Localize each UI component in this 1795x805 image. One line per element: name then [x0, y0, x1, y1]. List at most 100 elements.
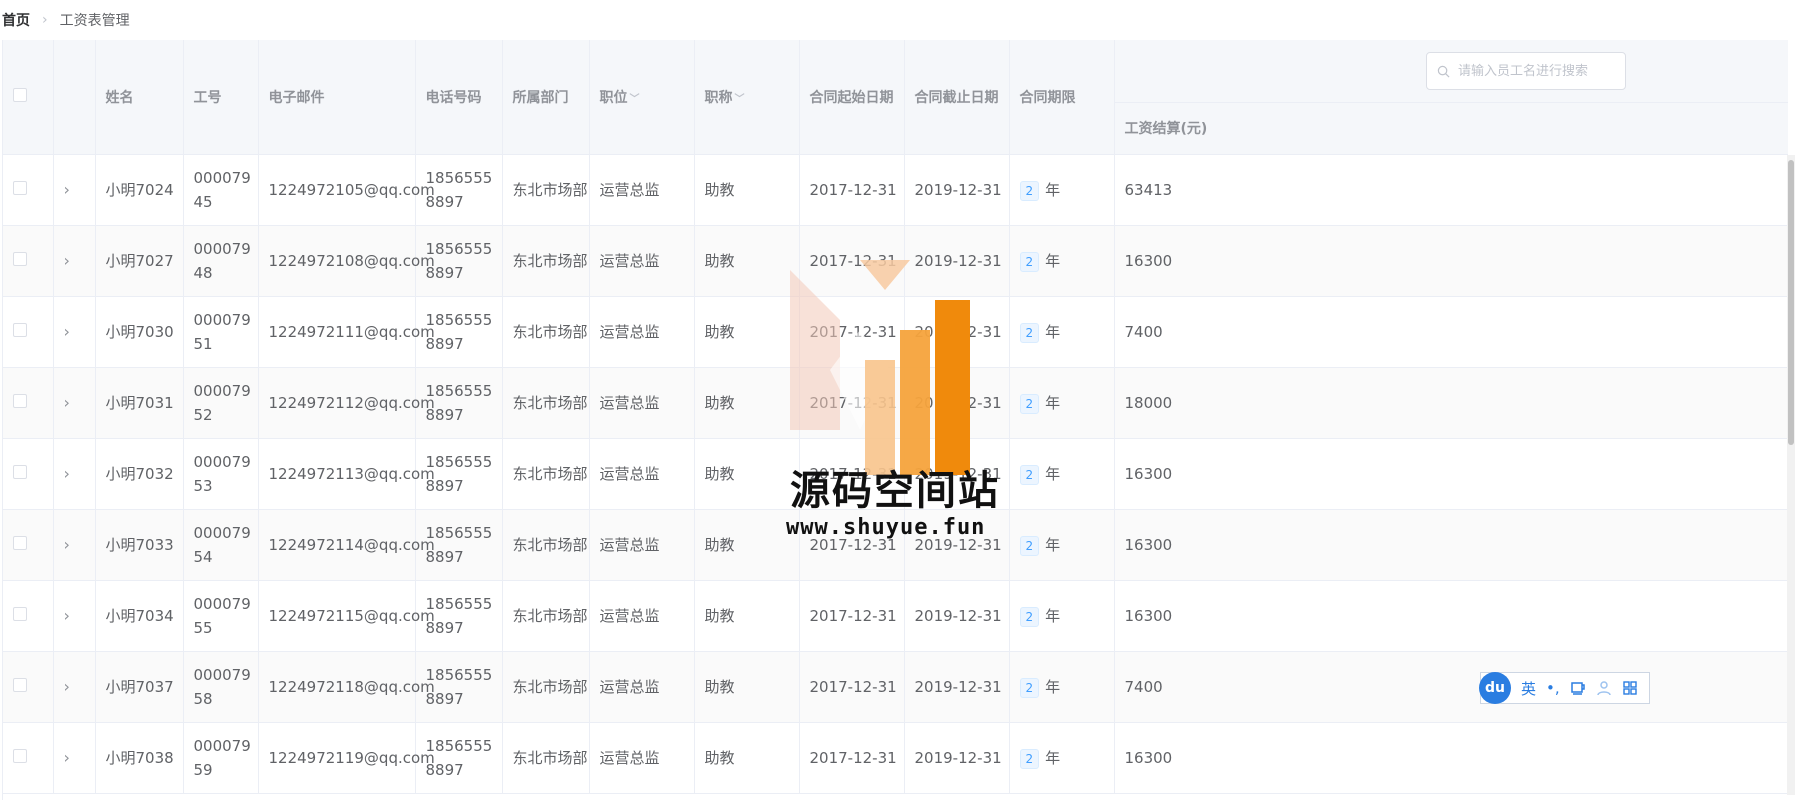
term-tag: 2	[1019, 393, 1040, 414]
row-checkbox[interactable]	[13, 464, 27, 479]
row-checkbox[interactable]	[13, 251, 27, 266]
table-row[interactable]: › 小明7038 00007959 1224972119@qq.com 18565558…	[3, 722, 1788, 794]
cell-name: 小明7030	[95, 296, 184, 368]
header-email: 电子邮件	[258, 40, 416, 155]
expand-chevron-icon[interactable]: ›	[64, 178, 70, 202]
ime-user-icon[interactable]	[1596, 680, 1612, 696]
expand-chevron-icon[interactable]: ›	[64, 675, 70, 699]
cell-emp-no: 00007959	[183, 722, 259, 794]
cell-email: 1224972114@qq.com	[258, 509, 435, 581]
header-title[interactable]: 职称 ﹀	[694, 40, 800, 155]
row-checkbox[interactable]	[13, 322, 27, 337]
cell-name: 小明7031	[95, 367, 184, 439]
expand-chevron-icon[interactable]: ›	[64, 462, 70, 486]
cell-contract-end: 2019-12-31	[904, 722, 1010, 794]
expand-chevron-icon[interactable]: ›	[64, 249, 70, 273]
cell-phone: 18565558897	[415, 367, 503, 439]
row-checkbox[interactable]	[13, 535, 27, 550]
watermark-url: www.shuyue.fun	[786, 515, 986, 540]
cell-name: 小明7033	[95, 509, 184, 581]
header-salary: 工资结算(元)	[1114, 102, 1788, 155]
cell-phone: 18565558897	[415, 438, 503, 510]
cell-position: 运营总监	[589, 367, 695, 439]
breadcrumb-home-link[interactable]: 首页	[2, 10, 30, 30]
cell-contract-end: 2019-12-31	[904, 651, 1010, 723]
cell-phone: 18565558897	[415, 296, 503, 368]
header-title-label: 职称	[704, 89, 733, 106]
cell-email: 1224972118@qq.com	[258, 651, 435, 723]
ime-logo-icon[interactable]: du	[1479, 672, 1511, 704]
cell-position: 运营总监	[589, 509, 695, 581]
row-select-cell	[3, 438, 54, 510]
watermark-title: 源码空间站	[790, 468, 1000, 514]
term-unit: 年	[1045, 464, 1061, 483]
row-checkbox[interactable]	[13, 393, 27, 408]
employee-search[interactable]	[1426, 52, 1626, 90]
cell-emp-no: 00007952	[183, 367, 259, 439]
term-tag: 2	[1019, 464, 1040, 485]
cell-salary: 16300	[1114, 509, 1788, 581]
search-input[interactable]	[1456, 62, 1620, 80]
row-expand-cell: ›	[53, 154, 96, 226]
expand-chevron-icon[interactable]: ›	[64, 746, 70, 770]
header-contract-start: 合同起始日期	[799, 40, 905, 155]
cell-dept: 东北市场部	[502, 580, 590, 652]
header-phone: 电话号码	[415, 40, 503, 155]
term-unit: 年	[1045, 535, 1061, 554]
select-all-checkbox[interactable]	[13, 87, 27, 102]
cell-emp-no: 00007948	[183, 225, 259, 297]
term-unit: 年	[1045, 180, 1061, 199]
row-select-cell	[3, 154, 54, 226]
row-select-cell	[3, 651, 54, 723]
expand-chevron-icon[interactable]: ›	[64, 391, 70, 415]
expand-chevron-icon[interactable]: ›	[64, 533, 70, 557]
cell-contract-term: 2年	[1009, 580, 1115, 652]
row-checkbox[interactable]	[13, 606, 27, 621]
cell-email: 1224972119@qq.com	[258, 722, 435, 794]
row-checkbox[interactable]	[13, 748, 27, 763]
breadcrumb: 首页 › 工资表管理	[0, 0, 1795, 40]
cell-dept: 东北市场部	[502, 438, 590, 510]
cell-salary: 16300	[1114, 580, 1788, 652]
cell-contract-end: 2019-12-31	[904, 154, 1010, 226]
cell-emp-no: 00007951	[183, 296, 259, 368]
row-checkbox[interactable]	[13, 180, 27, 195]
cell-contract-term: 2年	[1009, 651, 1115, 723]
cell-emp-no: 00007955	[183, 580, 259, 652]
ime-mode-toggle[interactable]: 英	[1521, 678, 1536, 699]
row-expand-cell: ›	[53, 438, 96, 510]
cell-salary: 16300	[1114, 225, 1788, 297]
search-icon	[1437, 65, 1450, 77]
term-unit: 年	[1045, 393, 1061, 412]
table-row[interactable]: › 小明7024 00007945 1224972105@qq.com 18565558…	[3, 154, 1788, 226]
filter-chevron-icon[interactable]: ﹀	[630, 94, 640, 105]
cell-salary: 63413	[1114, 154, 1788, 226]
ime-menu-grid-icon[interactable]	[1622, 680, 1638, 696]
cell-title: 助教	[694, 580, 800, 652]
expand-header	[53, 40, 96, 155]
term-unit: 年	[1045, 606, 1061, 625]
expand-chevron-icon[interactable]: ›	[64, 604, 70, 628]
scrollbar-thumb[interactable]	[1788, 160, 1794, 445]
expand-chevron-icon[interactable]: ›	[64, 320, 70, 344]
cell-email: 1224972105@qq.com	[258, 154, 435, 226]
row-expand-cell: ›	[53, 509, 96, 581]
cell-emp-no: 00007945	[183, 154, 259, 226]
cell-contract-term: 2年	[1009, 296, 1115, 368]
cell-email: 1224972113@qq.com	[258, 438, 435, 510]
header-emp-no: 工号	[183, 40, 259, 155]
header-contract-term: 合同期限	[1009, 40, 1115, 155]
cell-name: 小明7038	[95, 722, 184, 794]
cell-contract-term: 2年	[1009, 509, 1115, 581]
row-checkbox[interactable]	[13, 677, 27, 692]
cell-name: 小明7037	[95, 651, 184, 723]
filter-chevron-icon[interactable]: ﹀	[735, 94, 745, 105]
ime-skin-icon[interactable]	[1570, 680, 1586, 696]
header-position[interactable]: 职位 ﹀	[589, 40, 695, 155]
ime-punctuation-toggle[interactable]: •,	[1546, 679, 1560, 697]
ime-toolbar[interactable]: du 英 •,	[1479, 672, 1650, 704]
cell-salary: 16300	[1114, 722, 1788, 794]
term-unit: 年	[1045, 322, 1061, 341]
cell-position: 运营总监	[589, 225, 695, 297]
table-row[interactable]: › 小明7034 00007955 1224972115@qq.com 18565558…	[3, 580, 1788, 652]
